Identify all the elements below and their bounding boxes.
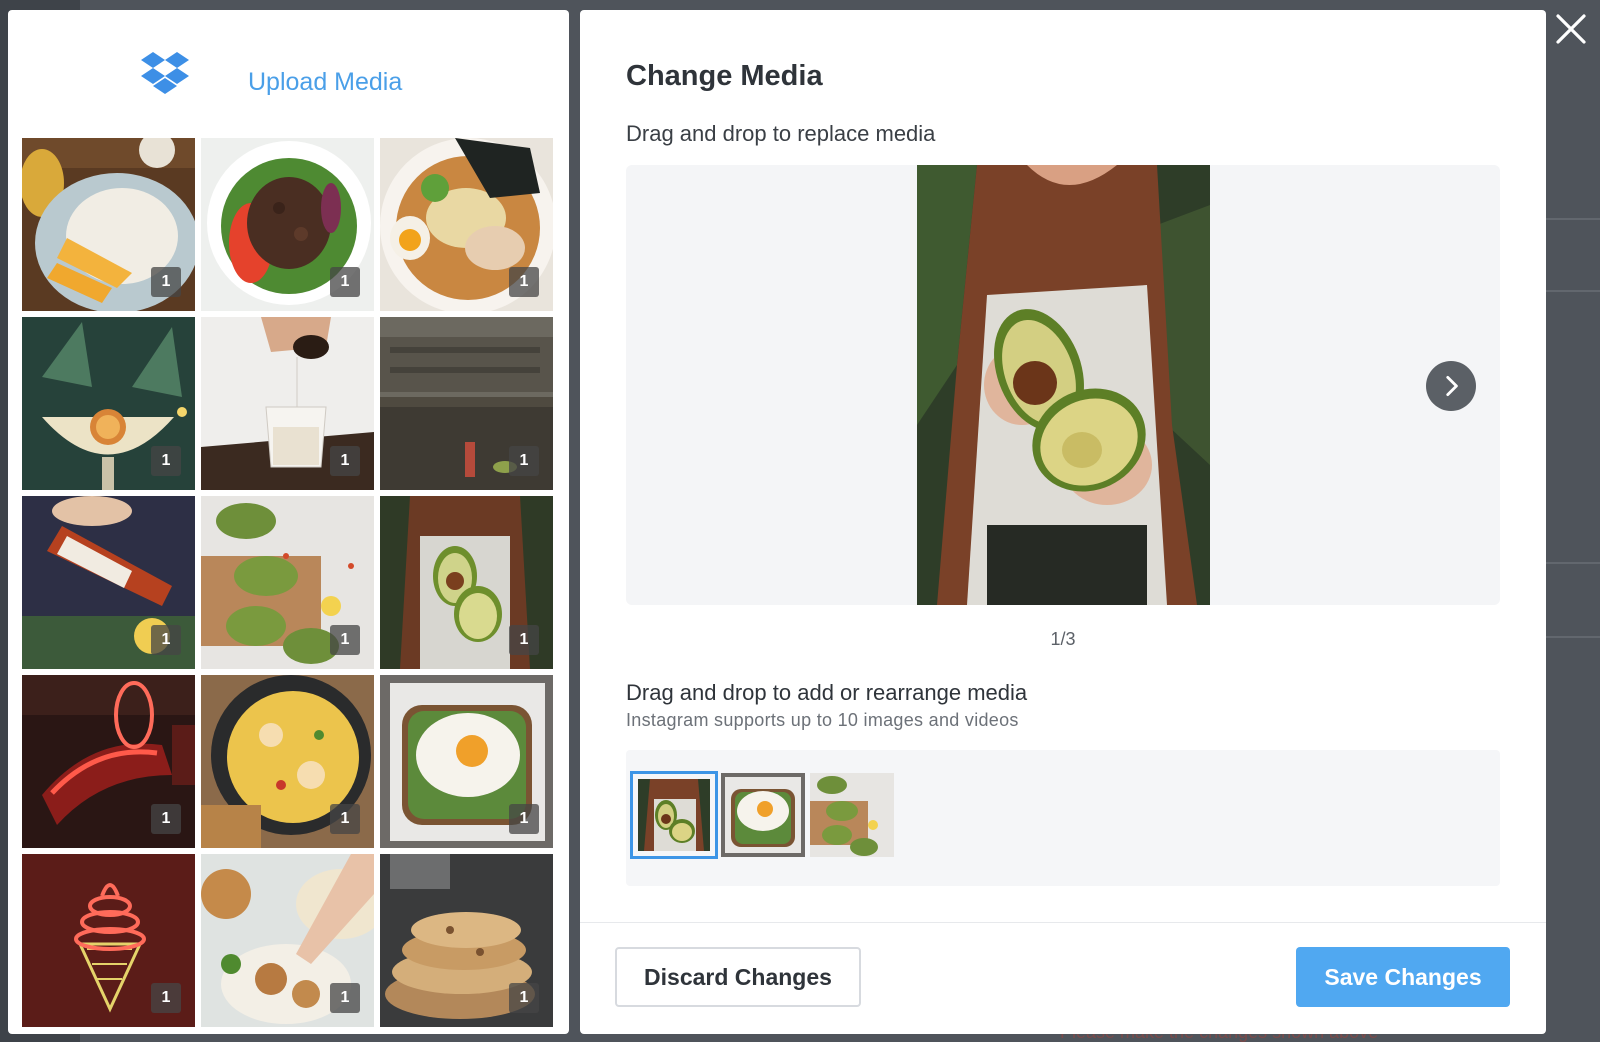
thumbnail-photo: [721, 773, 805, 857]
media-tile[interactable]: 1: [380, 675, 553, 848]
thumbnail-photo: [638, 779, 710, 851]
change-media-panel: Change Media Drag and drop to replace me…: [580, 10, 1546, 1034]
media-library-panel: Upload Media 1 1 1 1 1 1 1 1 1 1 1 1 1 1…: [8, 10, 569, 1034]
media-tile[interactable]: 1: [201, 496, 374, 669]
rearrange-limit-note: Instagram supports up to 10 images and v…: [626, 710, 1019, 730]
next-media-button[interactable]: [1426, 361, 1476, 411]
media-grid: 1 1 1 1 1 1 1 1 1 1 1 1 1 1 1: [22, 138, 556, 1027]
usage-count-badge: 1: [509, 804, 539, 834]
usage-count-badge: 1: [151, 804, 181, 834]
thumbnail-photo: [810, 773, 894, 857]
usage-count-badge: 1: [509, 267, 539, 297]
media-tile[interactable]: 1: [22, 854, 195, 1027]
media-tile[interactable]: 1: [201, 675, 374, 848]
upload-media-link[interactable]: Upload Media: [248, 68, 402, 97]
usage-count-badge: 1: [330, 267, 360, 297]
usage-count-badge: 1: [330, 983, 360, 1013]
media-tile[interactable]: 1: [380, 138, 553, 311]
usage-count-badge: 1: [509, 625, 539, 655]
close-button[interactable]: [1554, 12, 1588, 46]
selected-media-thumbnail[interactable]: [810, 773, 894, 857]
close-icon: [1556, 14, 1586, 44]
usage-count-badge: 1: [151, 983, 181, 1013]
media-tile[interactable]: 1: [380, 496, 553, 669]
usage-count-badge: 1: [330, 625, 360, 655]
dropbox-button[interactable]: [140, 50, 190, 96]
media-tile[interactable]: 1: [22, 317, 195, 490]
selected-media-thumbnail[interactable]: [630, 771, 718, 859]
rearrange-instructions: Drag and drop to add or rearrange media: [626, 680, 1028, 705]
usage-count-badge: 1: [330, 804, 360, 834]
pager-indicator: 1/3: [1050, 629, 1076, 649]
media-preview-image: [917, 165, 1210, 605]
usage-count-badge: 1: [151, 625, 181, 655]
usage-count-badge: 1: [151, 446, 181, 476]
footer-divider: [580, 922, 1546, 923]
usage-count-badge: 1: [330, 446, 360, 476]
media-tile[interactable]: 1: [380, 854, 553, 1027]
replace-instructions: Drag and drop to replace media: [626, 121, 936, 146]
media-tile[interactable]: 1: [201, 854, 374, 1027]
dropbox-icon: [141, 52, 189, 94]
discard-changes-button[interactable]: Discard Changes: [615, 947, 861, 1007]
usage-count-badge: 1: [151, 267, 181, 297]
usage-count-badge: 1: [509, 983, 539, 1013]
media-tile[interactable]: 1: [380, 317, 553, 490]
media-tile[interactable]: 1: [22, 496, 195, 669]
selected-media-thumbnail[interactable]: [721, 773, 805, 857]
media-tile[interactable]: 1: [22, 138, 195, 311]
media-preview-dropzone[interactable]: [626, 165, 1500, 605]
usage-count-badge: 1: [509, 446, 539, 476]
save-changes-button[interactable]: Save Changes: [1296, 947, 1510, 1007]
selected-media-strip[interactable]: [626, 750, 1500, 886]
preview-photo: [917, 165, 1210, 605]
chevron-right-icon: [1446, 375, 1458, 397]
media-tile[interactable]: 1: [22, 675, 195, 848]
media-tile[interactable]: 1: [201, 317, 374, 490]
media-tile[interactable]: 1: [201, 138, 374, 311]
panel-title: Change Media: [626, 60, 823, 92]
